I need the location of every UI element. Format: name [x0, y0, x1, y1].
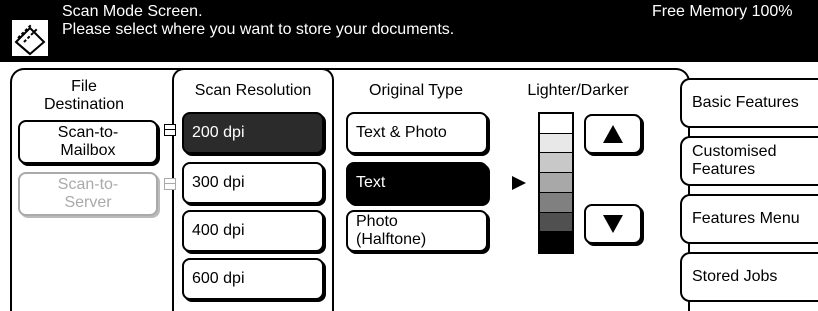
density-pointer-icon	[512, 176, 526, 190]
resolution-400-button[interactable]: 400 dpi	[182, 210, 324, 252]
tab-customised-features[interactable]: Customised Features	[680, 136, 818, 186]
density-segment	[540, 192, 572, 213]
density-segment	[540, 133, 572, 154]
density-segment	[540, 212, 572, 233]
density-segment	[540, 232, 572, 252]
resolution-600-button[interactable]: 600 dpi	[182, 258, 324, 300]
density-segment	[540, 114, 572, 134]
original-type-text-photo-button[interactable]: Text & Photo	[346, 112, 488, 154]
resolution-200-button[interactable]: 200 dpi	[182, 112, 324, 154]
scanner-icon	[12, 20, 48, 56]
scan-to-server-label: Scan-to- Server	[57, 176, 119, 211]
free-memory-status: Free Memory 100%	[652, 3, 793, 20]
lighter-darker-heading: Lighter/Darker	[527, 82, 629, 99]
file-destination-heading: File Destination	[43, 78, 125, 113]
scan-to-mailbox-button[interactable]: Scan-to- Mailbox	[18, 120, 158, 164]
darker-button[interactable]	[584, 204, 642, 244]
original-type-text-button[interactable]: Text	[346, 162, 488, 204]
density-segment	[540, 173, 572, 193]
tab-customised-features-label: Customised Features	[692, 143, 777, 178]
tab-stored-jobs[interactable]: Stored Jobs	[680, 252, 818, 302]
density-segment	[540, 153, 572, 174]
original-type-photo-label: Photo (Halftone)	[356, 213, 427, 248]
triangle-up-icon	[603, 125, 623, 143]
resolution-300-button[interactable]: 300 dpi	[182, 162, 324, 204]
original-type-photo-button[interactable]: Photo (Halftone)	[346, 210, 488, 252]
original-type-heading: Original Type	[369, 82, 463, 99]
header-bar: Scan Mode Screen. Please select where yo…	[0, 0, 818, 62]
tab-basic-features[interactable]: Basic Features	[680, 78, 818, 128]
scan-resolution-heading: Scan Resolution	[194, 82, 312, 99]
tab-features-menu[interactable]: Features Menu	[680, 194, 818, 244]
header-title: Scan Mode Screen.	[62, 3, 203, 20]
triangle-down-icon	[603, 215, 623, 233]
density-scale	[538, 112, 574, 254]
scan-to-server-button[interactable]: Scan-to- Server	[18, 172, 158, 216]
lighter-button[interactable]	[584, 114, 642, 154]
mailbox-icon	[164, 124, 176, 136]
server-icon	[164, 178, 176, 190]
scan-to-mailbox-label: Scan-to- Mailbox	[57, 124, 119, 159]
header-instruction: Please select where you want to store yo…	[62, 21, 455, 38]
